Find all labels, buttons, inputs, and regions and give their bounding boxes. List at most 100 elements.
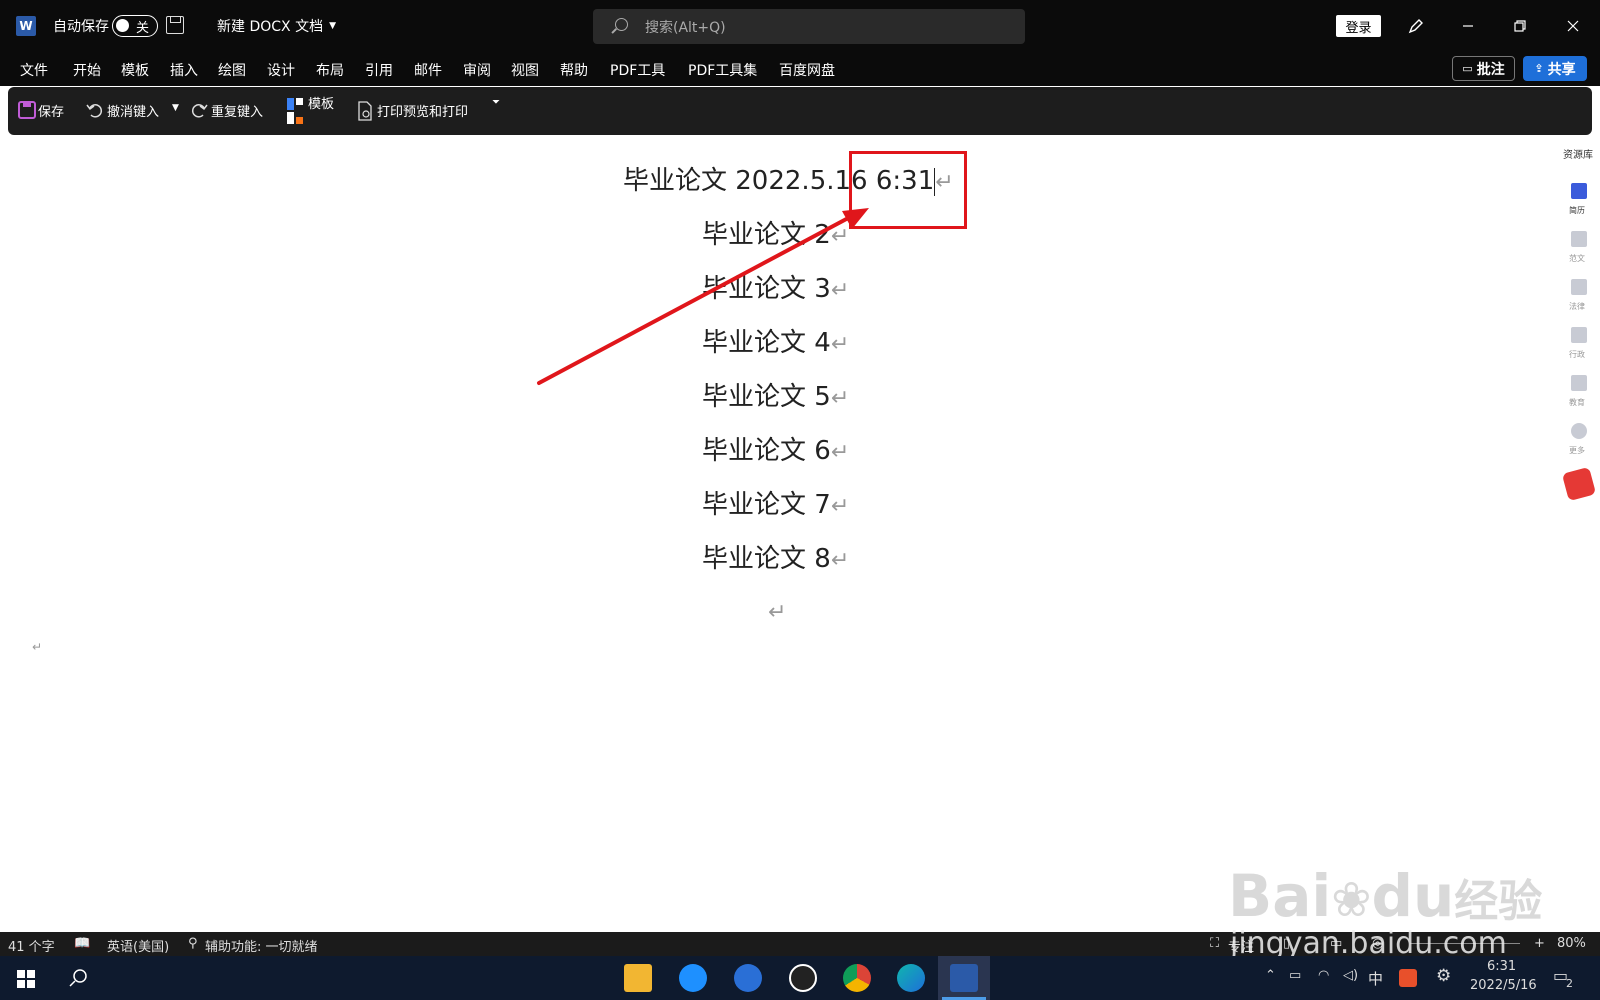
more-icon[interactable] [1571,423,1587,439]
tab-baidu-netdisk[interactable]: 百度网盘 [779,60,835,80]
doc-line-6-text: 毕业论文 6 [702,436,831,466]
clock-time[interactable]: 6:31 [1487,959,1516,974]
tab-templates[interactable]: 模板 [121,60,149,80]
tab-mailings[interactable]: 邮件 [414,60,442,80]
doc-line-7[interactable]: 毕业论文 7↵ [702,484,849,521]
paragraph-mark: ↵ [32,640,43,654]
admin-icon[interactable] [1571,327,1587,343]
doc-line-3[interactable]: 毕业论文 3↵ [702,268,849,305]
sidebar-item-admin[interactable]: 行政 [1569,349,1585,360]
word-taskbar-button[interactable] [938,956,990,1000]
tab-design[interactable]: 设计 [267,60,295,80]
print-preview-icon[interactable] [356,101,374,121]
comments-button[interactable]: ▭ 批注 [1452,56,1515,81]
minimize-icon[interactable] [1456,14,1480,38]
template-button[interactable]: 模板 [308,93,334,112]
tab-draw[interactable]: 绘图 [218,60,246,80]
battery-icon[interactable]: ▭ [1289,968,1301,983]
cloud-browser-icon[interactable] [734,964,762,992]
paragraph-mark: ↵ [830,548,850,573]
redo-icon[interactable] [190,101,208,119]
login-button[interactable]: 登录 [1336,15,1381,37]
sogou-icon[interactable] [1399,969,1417,987]
education-icon[interactable] [1571,375,1587,391]
redo-button[interactable]: 重复键入 [211,101,263,120]
search-placeholder: 搜索(Alt+Q) [645,19,726,36]
file-explorer-icon[interactable] [624,964,652,992]
edge-legacy-icon[interactable] [679,964,707,992]
zoom-level[interactable]: 80% [1557,936,1586,951]
input-method-indicator[interactable]: 中 [1368,968,1383,989]
doc-line-6[interactable]: 毕业论文 6↵ [702,430,849,467]
doc-line-7-text: 毕业论文 7 [702,490,831,520]
save-button[interactable]: 保存 [38,101,64,120]
doc-line-8[interactable]: 毕业论文 8↵ [702,538,849,575]
sidebar-item-more[interactable]: 更多 [1569,445,1585,456]
wifi-icon[interactable]: ◠ [1318,968,1329,983]
undo-button[interactable]: 撤消键入 [107,101,159,120]
paw-icon: ❀ [1331,872,1372,928]
zoom-in-icon[interactable]: + [1534,936,1545,951]
template-icon[interactable] [286,97,304,125]
tab-view[interactable]: 视图 [511,60,539,80]
watermark-bai: Bai [1228,862,1332,930]
legal-icon[interactable] [1571,279,1587,295]
word-app-icon[interactable]: W [16,16,36,36]
settings-gear-icon[interactable]: ⚙ [1436,966,1451,986]
customize-toolbar-icon[interactable]: ⏷ [492,97,500,108]
print-preview-button[interactable]: 打印预览和打印 [377,101,468,120]
tray-expand-icon[interactable]: ⌃ [1265,968,1276,983]
clock-date[interactable]: 2022/5/16 [1470,978,1537,993]
share-button[interactable]: ⇪ 共享 [1523,56,1587,81]
watermark-jingyan: 经验 [1454,876,1543,927]
tab-home[interactable]: 开始 [73,60,101,80]
tab-pdf-tools[interactable]: PDF工具 [610,60,665,80]
doc-line-2[interactable]: 毕业论文 2↵ [702,214,849,251]
accessibility-status[interactable]: 辅助功能: 一切就绪 [205,936,318,955]
tab-layout[interactable]: 布局 [316,60,344,80]
save-icon[interactable] [166,16,184,34]
tab-insert[interactable]: 插入 [170,60,198,80]
doc-margin-mark: ↵ [32,640,42,654]
windows-start-icon[interactable] [17,970,35,988]
share-icon: ⇪ [1534,62,1544,75]
title-bar: W 自动保存 关 新建 DOCX 文档 ▼ 搜索(Alt+Q) 登录 [0,0,1600,52]
undo-icon[interactable] [86,101,104,119]
tab-file[interactable]: 文件 [20,60,48,80]
chrome-icon[interactable] [843,964,871,992]
qq-icon[interactable] [789,964,817,992]
tab-pdf-toolset[interactable]: PDF工具集 [688,60,757,80]
doc-line-4[interactable]: 毕业论文 4↵ [702,322,849,359]
undo-dropdown-icon[interactable]: ▼ [172,103,179,113]
baidu-watermark-logo: Bai❀du经验 [1228,862,1542,930]
edge-icon[interactable] [897,964,925,992]
save-icon[interactable] [18,101,36,119]
volume-icon[interactable]: ◁) [1343,968,1358,983]
tab-references[interactable]: 引用 [365,60,393,80]
tab-review[interactable]: 审阅 [463,60,491,80]
doc-title-text: 新建 DOCX 文档 [217,19,324,35]
document-canvas[interactable] [0,135,1560,932]
pen-icon[interactable] [1404,14,1428,38]
share-label: 共享 [1547,61,1576,78]
annotation-highlight-box [849,151,967,229]
sample-essay-icon[interactable] [1571,231,1587,247]
tab-help[interactable]: 帮助 [560,60,588,80]
search-input[interactable]: 搜索(Alt+Q) [593,9,1025,44]
sidebar-item-resume[interactable]: 简历 [1569,205,1585,216]
taskbar-search-icon[interactable] [68,968,88,988]
restore-icon[interactable] [1508,14,1532,38]
sidebar-item-legal[interactable]: 法律 [1569,301,1585,312]
language-status[interactable]: 英语(美国) [107,936,169,955]
word-count[interactable]: 41 个字 [8,936,55,955]
proofing-icon[interactable]: 📖 [74,936,90,951]
comments-label: 批注 [1476,61,1505,78]
doc-title[interactable]: 新建 DOCX 文档 ▼ [217,0,336,52]
resume-icon[interactable] [1571,183,1587,199]
close-icon[interactable] [1561,14,1585,38]
autosave-toggle[interactable]: 关 [112,15,158,37]
doc-line-5[interactable]: 毕业论文 5↵ [702,376,849,413]
sidebar-item-essay[interactable]: 范文 [1569,253,1585,264]
doc-empty-line[interactable]: ↵ [768,596,786,626]
sidebar-item-education[interactable]: 教育 [1569,397,1585,408]
